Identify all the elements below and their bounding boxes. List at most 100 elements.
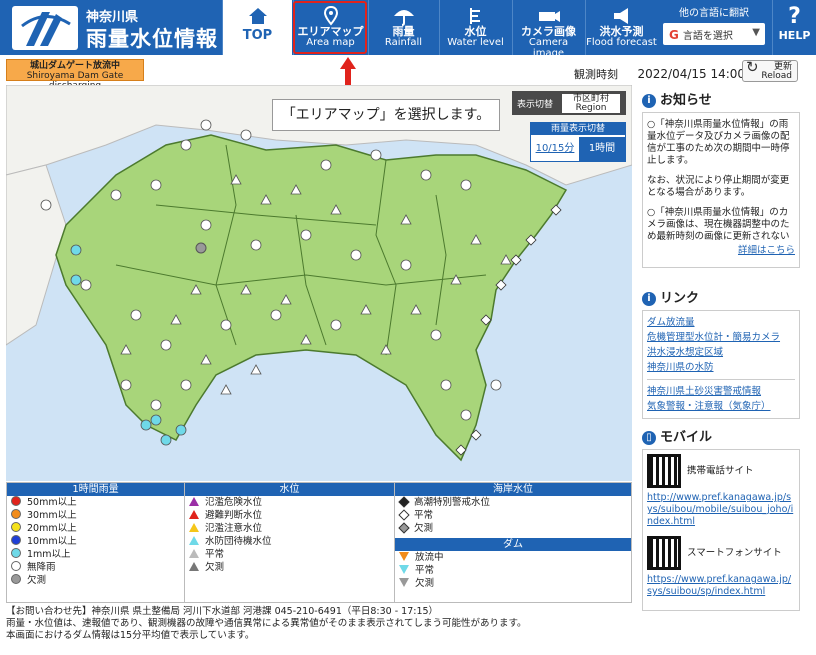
nav-water-level[interactable]: 水位 Water level (439, 0, 511, 55)
legend-rain-row: 30mm以上 (7, 509, 184, 522)
footer-note-1: 雨量・水位値は、速報値であり、観測機器の故障や通信異常による異常値がそのまま表示… (6, 618, 527, 629)
language-select[interactable]: G 言語を選択 ▼ (663, 23, 765, 45)
circle-icon (11, 522, 21, 532)
legend-coast-row: 高潮特別警戒水位 (395, 496, 631, 509)
smartphone-site-row: スマートフォンサイト (647, 536, 795, 570)
diamond-icon (398, 522, 410, 534)
link-item[interactable]: ダム放流量 (647, 315, 795, 330)
reload-button[interactable]: ↻ 更新 Reload (742, 60, 798, 82)
umbrella-icon (369, 0, 438, 26)
nav-camera-label: カメラ画像 (521, 25, 576, 38)
info-icon: i (642, 94, 656, 108)
header: 神奈川県 雨量水位情報 TOP エリアマップ Area map 雨量 Rainf… (0, 0, 816, 59)
phone-icon: ▯ (642, 431, 656, 445)
legend-water-row: 欠測 (185, 561, 394, 574)
legend-label: 氾濫注意水位 (205, 523, 263, 534)
mobile-box: 携帯電話サイト http://www.pref.kanagawa.jp/sys/… (642, 449, 800, 611)
dam-discharge-badge[interactable]: 城山ダムゲート放流中 Shiroyama Dam Gate dischargin… (6, 59, 144, 91)
circle-icon (11, 574, 21, 584)
help-button[interactable]: ? HELP (772, 0, 816, 55)
legend-rain-row: 欠測 (7, 574, 184, 587)
legend-dam-title: ダム (395, 538, 631, 551)
legend-label: 平常 (415, 565, 435, 576)
nav-top-label: TOP (242, 28, 273, 43)
chevron-down-icon: ▼ (752, 27, 760, 38)
camera-icon (513, 0, 584, 26)
legend-label: 1mm以上 (27, 549, 71, 560)
legend-water-row: 平常 (185, 548, 394, 561)
site-title: 雨量水位情報 (86, 27, 218, 51)
legend-dam-row: 放流中 (395, 551, 631, 564)
legend-label: 欠測 (415, 578, 435, 589)
legend-label: 20mm以上 (27, 523, 77, 534)
legend-coast-row: 平常 (395, 509, 631, 522)
link-item[interactable]: 洪水浸水想定区域 (647, 345, 795, 360)
lang-select-label: 言語を選択 (682, 31, 733, 42)
legend-label: 水防団待機水位 (205, 536, 272, 547)
circle-icon (11, 548, 21, 558)
legend-label: 無降雨 (27, 562, 56, 573)
legend-rain-row: 50mm以上 (7, 496, 184, 509)
region-button[interactable]: 市区町村 Region (562, 94, 620, 113)
nav-camera[interactable]: カメラ画像 Camera image (512, 0, 584, 59)
nav-flood-forecast[interactable]: 洪水予測 Flood forecast (585, 0, 657, 55)
triangle-icon (189, 497, 199, 506)
mobile-site-row: 携帯電話サイト (647, 454, 795, 488)
nav-rainfall-en: Rainfall (384, 37, 423, 48)
legend-label: 30mm以上 (27, 510, 77, 521)
mobile-site-link[interactable]: http://www.pref.kanagawa.jp/sys/suibou/m… (647, 492, 795, 528)
site-logo[interactable] (12, 6, 78, 50)
sidebar: i お知らせ ○「神奈川県雨量水位情報」の雨量水位データ及びカメラ画像の配信が工事… (642, 90, 800, 611)
nav-top[interactable]: TOP (222, 0, 292, 55)
triangle-icon (189, 549, 199, 558)
smartphone-site-label: スマートフォンサイト (687, 547, 782, 559)
nav-camera-en: Camera image (528, 37, 569, 59)
footer-contact: 【お問い合わせ先】神奈川県 県土整備局 河川下水道部 河港課 045-210-6… (6, 606, 439, 617)
triangle-icon (189, 562, 199, 571)
legend-coast-title: 海岸水位 (395, 483, 631, 496)
links-heading: i リンク (642, 288, 800, 310)
region-button-en: Region (575, 103, 607, 113)
notice-paragraph: なお、状況により停止期間が変更となる場合があります。 (647, 175, 790, 198)
notice-title: お知らせ (660, 93, 712, 108)
water-level-icon (440, 0, 511, 26)
legend-water: 水位 氾濫危険水位 避難判断水位 氾濫注意水位 水防団待機水位 平常 欠測 (185, 483, 395, 602)
notice-paragraph: ○「神奈川県雨量水位情報」の雨量水位データ及びカメラ画像の配信が工事のため次の期… (647, 119, 790, 166)
nav-flood-en: Flood forecast (586, 37, 657, 48)
legend-rain-row: 1mm以上 (7, 548, 184, 561)
triangle-icon (189, 536, 199, 545)
mobile-title: モバイル (660, 430, 713, 445)
circle-icon (11, 509, 21, 519)
nav-rainfall[interactable]: 雨量 Rainfall (368, 0, 438, 55)
notice-box: ○「神奈川県雨量水位情報」の雨量水位データ及びカメラ画像の配信が工事のため次の期… (642, 112, 800, 268)
legend-rain-row: 20mm以上 (7, 522, 184, 535)
smartphone-site-link[interactable]: https://www.pref.kanagawa.jp/sys/suibou/… (647, 574, 795, 598)
home-icon (223, 0, 292, 26)
nav-rainfall-label: 雨量 (392, 25, 415, 38)
link-item[interactable]: 危機管理型水位計・簡易カメラ (647, 330, 795, 345)
rain-1h-option[interactable]: 1時間 (579, 137, 625, 161)
dam-badge-jp: 城山ダムゲート放流中 (29, 61, 120, 71)
observation-time: 観測時刻 2022/04/15 14:00 (574, 66, 745, 82)
refresh-icon: ↻ (746, 58, 759, 76)
legend-label: 欠測 (205, 562, 225, 573)
link-item[interactable]: 神奈川県土砂災害警戒情報 (647, 384, 795, 399)
rain-10min-option[interactable]: 10/15分 (531, 137, 579, 161)
obs-label: 観測時刻 (574, 68, 618, 81)
legend-label: 欠測 (27, 575, 47, 586)
legend-rain-row: 無降雨 (7, 561, 184, 574)
link-item[interactable]: 神奈川県の水防 (647, 360, 795, 375)
diamond-icon (398, 496, 410, 508)
legend-water-row: 氾濫注意水位 (185, 522, 394, 535)
circle-icon (11, 561, 21, 571)
notice-more-link[interactable]: 詳細はこちら (738, 245, 795, 257)
link-item[interactable]: 気象警報・注意報（気象庁） (647, 399, 795, 414)
circle-icon (11, 496, 21, 506)
info-icon: i (642, 292, 656, 306)
language-widget: 他の言語に翻訳 G 言語を選択 ▼ (659, 0, 769, 55)
legend-rain-title: 1時間雨量 (7, 483, 184, 496)
legend-dam-row: 平常 (395, 564, 631, 577)
obs-time: 2022/04/15 14:00 (637, 67, 746, 81)
legend-label: 氾濫危険水位 (205, 497, 263, 508)
legend-rain: 1時間雨量 50mm以上 30mm以上 20mm以上 10mm以上 1mm以上 … (7, 483, 185, 602)
